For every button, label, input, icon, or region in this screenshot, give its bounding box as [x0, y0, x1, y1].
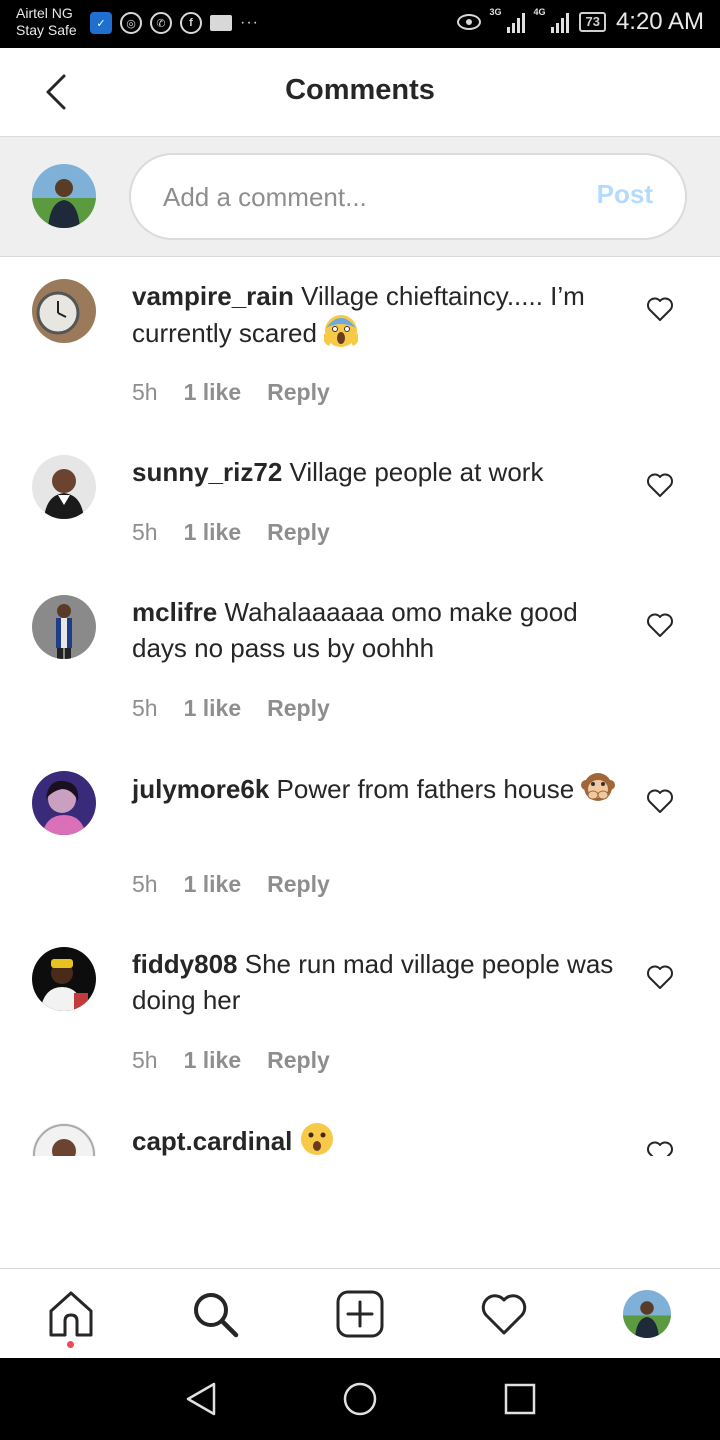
whatsapp-icon: ✆	[150, 12, 172, 34]
reply-button[interactable]: Reply	[267, 1047, 330, 1074]
astonished-face-emoji-icon	[300, 1123, 333, 1155]
comment-username[interactable]: fiddy808	[132, 949, 238, 979]
profile-avatar[interactable]	[623, 1290, 671, 1338]
comment-input-wrapper: Post	[129, 153, 687, 240]
carrier-name: Airtel NG	[16, 5, 73, 21]
reply-button[interactable]: Reply	[267, 379, 330, 406]
carrier-label: Airtel NG Stay Safe	[16, 5, 77, 39]
mail-icon	[210, 15, 232, 31]
commenter-avatar[interactable]	[32, 279, 96, 343]
comment-text: mclifre Wahalaaaaaa omo make good days n…	[132, 594, 622, 666]
commenter-avatar[interactable]	[32, 455, 96, 519]
comment-likes[interactable]: 1 like	[184, 1047, 242, 1074]
comment-body: Village people at work	[289, 457, 544, 487]
comment-composer: Post	[0, 137, 720, 257]
comment-text: julymore6k Power from fathers house	[132, 770, 622, 807]
activity-heart-icon[interactable]	[479, 1289, 529, 1339]
comment-likes[interactable]: 1 like	[184, 695, 242, 722]
more-notifications-icon: ···	[240, 14, 259, 31]
comment-username[interactable]: julymore6k	[132, 774, 269, 804]
reply-button[interactable]: Reply	[267, 519, 330, 546]
screaming-face-emoji-icon	[324, 315, 359, 347]
comment-item: sunny_riz72 Village people at work 5h 1 …	[0, 434, 720, 574]
heart-icon[interactable]	[646, 788, 674, 814]
comment-likes[interactable]: 1 like	[184, 379, 242, 406]
recents-square-icon[interactable]	[501, 1380, 539, 1418]
comment-meta: 5h 1 like Reply	[132, 695, 330, 722]
heart-icon[interactable]	[646, 296, 674, 322]
signal-3g-icon: 3G	[489, 7, 526, 33]
network-type-1: 3G	[489, 7, 502, 17]
comment-meta: 5h 1 like Reply	[132, 871, 330, 898]
my-avatar[interactable]	[32, 164, 96, 228]
reply-button[interactable]: Reply	[267, 695, 330, 722]
comment-time: 5h	[132, 871, 158, 897]
comment-meta: 5h 1 like Reply	[132, 519, 330, 546]
home-circle-icon[interactable]	[341, 1380, 379, 1418]
speak-no-evil-monkey-emoji-icon	[581, 773, 616, 801]
comment-username[interactable]: mclifre	[132, 597, 217, 627]
notification-dot	[67, 1341, 74, 1348]
status-indicators: 3G 4G 73 4:20 AM	[457, 7, 704, 36]
status-bar: Airtel NG Stay Safe ✓ ◎ ✆ f ··· 3G 4G 73…	[0, 0, 720, 48]
system-navigation-bar	[0, 1358, 720, 1440]
comment-item: vampire_rain Village chieftaincy..... I’…	[0, 258, 720, 434]
notification-icons: ✓ ◎ ✆ f ···	[90, 12, 259, 34]
top-app-bar: Comments	[0, 48, 720, 137]
comment-likes[interactable]: 1 like	[184, 871, 242, 898]
commenter-avatar[interactable]	[32, 595, 96, 659]
search-icon[interactable]	[190, 1289, 240, 1339]
comment-time: 5h	[132, 695, 158, 721]
comment-username[interactable]: sunny_riz72	[132, 457, 282, 487]
clock: 4:20 AM	[615, 8, 704, 35]
back-triangle-icon[interactable]	[182, 1380, 220, 1418]
comment-item: fiddy808 She run mad village people was …	[0, 926, 720, 1102]
heart-icon[interactable]	[646, 1140, 674, 1156]
comment-meta: 5h 1 like Reply	[132, 379, 330, 406]
carrier-tagline: Stay Safe	[16, 22, 77, 38]
comment-time: 5h	[132, 519, 158, 545]
comment-time: 5h	[132, 379, 158, 405]
signal-4g-icon: 4G	[533, 7, 570, 33]
comment-item: capt.cardinal	[0, 1102, 720, 1156]
new-post-icon[interactable]	[335, 1289, 385, 1339]
commenter-avatar[interactable]	[32, 1123, 96, 1156]
chrome-icon: ◎	[120, 12, 142, 34]
comment-meta: 5h 1 like Reply	[132, 1047, 330, 1074]
comment-username[interactable]: vampire_rain	[132, 281, 294, 311]
comment-username[interactable]: capt.cardinal	[132, 1126, 292, 1156]
network-type-2: 4G	[533, 7, 546, 17]
page-title: Comments	[285, 74, 435, 106]
comment-text: sunny_riz72 Village people at work	[132, 454, 622, 490]
comment-likes[interactable]: 1 like	[184, 519, 242, 546]
heart-icon[interactable]	[646, 472, 674, 498]
comment-text: fiddy808 She run mad village people was …	[132, 946, 622, 1018]
reply-button[interactable]: Reply	[267, 871, 330, 898]
eye-comfort-icon	[457, 14, 482, 30]
heart-icon[interactable]	[646, 612, 674, 638]
comment-body: Power from fathers house	[276, 774, 575, 804]
home-icon[interactable]	[46, 1289, 96, 1339]
comment-text: vampire_rain Village chieftaincy..... I’…	[132, 278, 622, 351]
comment-text: capt.cardinal	[132, 1122, 622, 1156]
commenter-avatar[interactable]	[32, 771, 96, 835]
heart-icon[interactable]	[646, 964, 674, 990]
comment-item: julymore6k Power from fathers house 5h 1…	[0, 750, 720, 926]
comment-item: mclifre Wahalaaaaaa omo make good days n…	[0, 574, 720, 750]
battery-indicator: 73	[579, 12, 606, 32]
bottom-navigation	[0, 1268, 720, 1358]
commenter-avatar[interactable]	[32, 947, 96, 1011]
post-button[interactable]: Post	[597, 179, 653, 210]
comment-time: 5h	[132, 1047, 158, 1073]
shield-icon: ✓	[90, 12, 112, 34]
comment-input[interactable]	[163, 175, 563, 219]
facebook-icon: f	[180, 12, 202, 34]
